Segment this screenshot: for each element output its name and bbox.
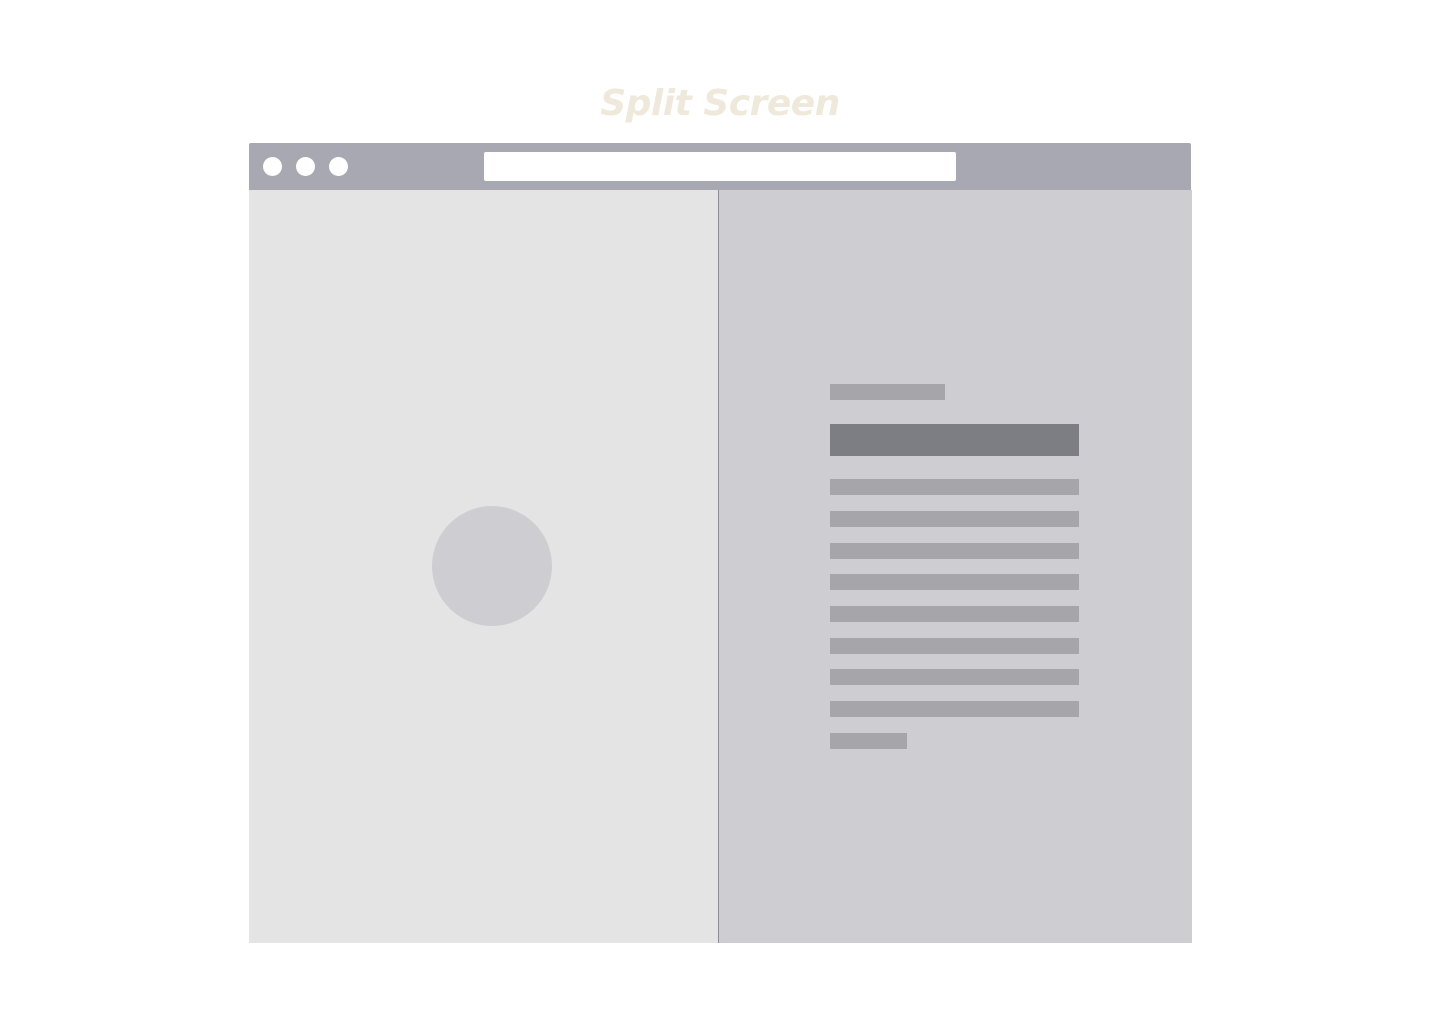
heading-placeholder xyxy=(830,424,1079,456)
text-line-placeholder xyxy=(830,606,1079,622)
eyebrow-placeholder xyxy=(830,384,945,400)
window-minimize-dot[interactable] xyxy=(296,157,315,176)
window-close-dot[interactable] xyxy=(263,157,282,176)
window-maximize-dot[interactable] xyxy=(329,157,348,176)
text-line-placeholder xyxy=(830,479,1079,495)
page-title: Split Screen xyxy=(600,83,840,124)
text-line-placeholder xyxy=(830,638,1079,654)
text-line-placeholder xyxy=(830,669,1079,685)
left-pane xyxy=(249,190,718,943)
text-line-placeholder xyxy=(830,543,1079,559)
text-line-placeholder xyxy=(830,701,1079,717)
address-bar[interactable] xyxy=(484,152,956,181)
text-line-placeholder-short xyxy=(830,733,907,749)
browser-window xyxy=(249,143,1192,943)
browser-titlebar xyxy=(249,143,1191,190)
text-line-placeholder xyxy=(830,511,1079,527)
text-line-placeholder xyxy=(830,574,1079,590)
right-pane xyxy=(719,190,1192,943)
image-placeholder xyxy=(432,506,552,626)
